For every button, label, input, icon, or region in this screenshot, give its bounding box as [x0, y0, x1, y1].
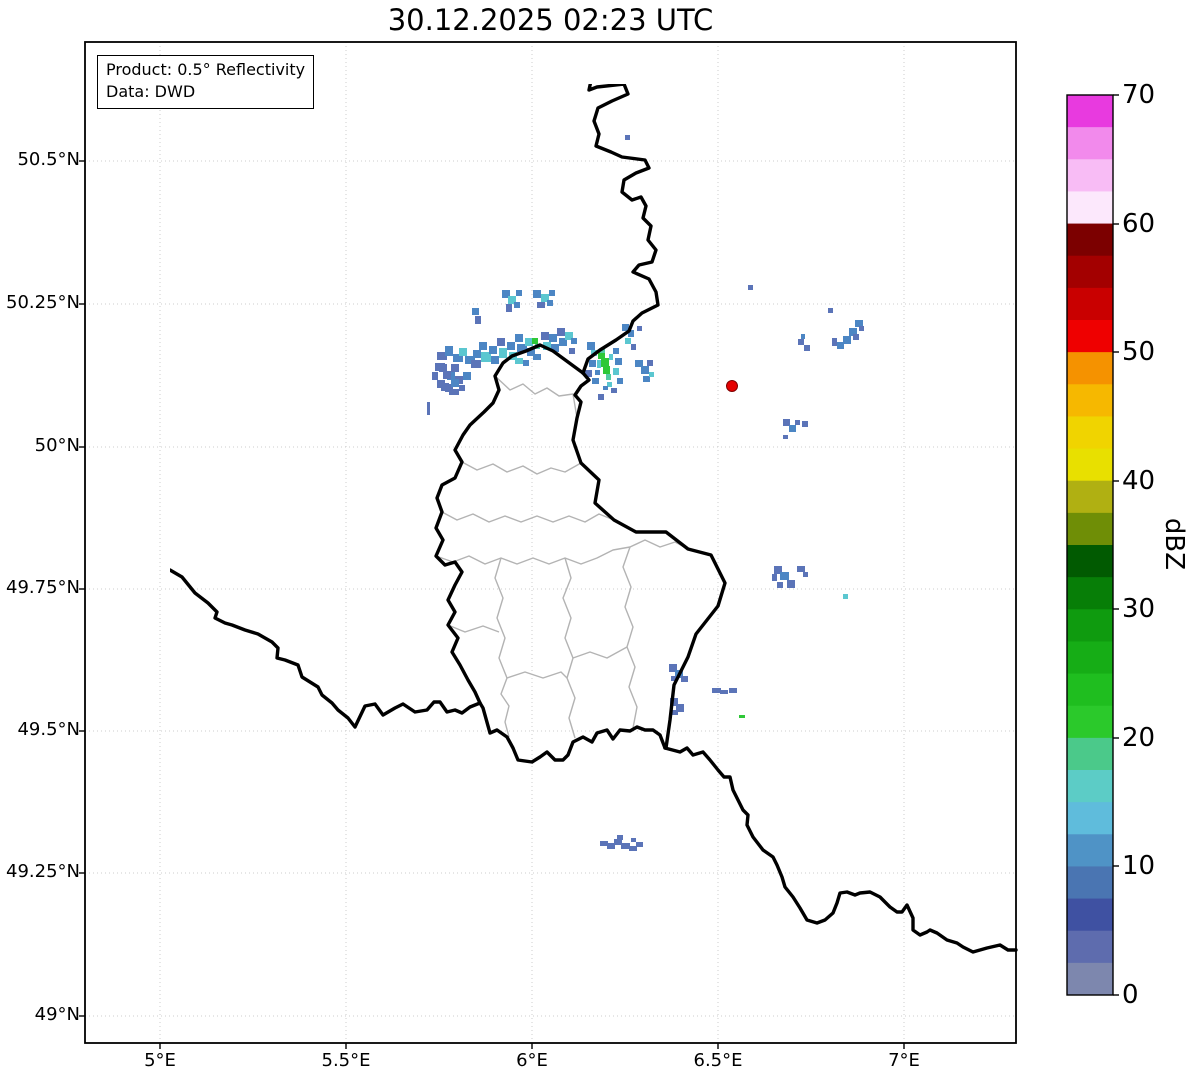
info-source: Data: DWD	[106, 82, 196, 101]
axis-ticks	[79, 160, 905, 1049]
y-tick-label: 50°N	[34, 435, 80, 456]
colorbar-tick-label: 60	[1122, 209, 1156, 239]
national-borders	[170, 84, 1018, 954]
y-tick-label: 50.25°N	[6, 292, 80, 313]
gridlines	[85, 42, 1016, 1043]
radar-figure: 30.12.2025 02:23 UTC Product: 0.5° Refle…	[0, 0, 1202, 1081]
axes-frame	[84, 41, 1017, 1044]
range-edge-wedge	[85, 1027, 101, 1043]
colorbar-tick-label: 40	[1122, 466, 1156, 496]
x-tick-label: 5.5°E	[321, 1050, 371, 1071]
x-tick-label: 6.5°E	[693, 1050, 743, 1071]
info-product: Product: 0.5° Reflectivity	[106, 60, 306, 79]
y-tick-label: 49°N	[34, 1004, 80, 1025]
map-content	[85, 84, 1018, 1043]
colorbar-tick-label: 0	[1122, 980, 1139, 1010]
colorbar-tick-label: 70	[1122, 80, 1156, 110]
radar-echoes	[427, 135, 864, 851]
y-tick-label: 50.5°N	[17, 149, 80, 170]
colorbar-tick-label: 50	[1122, 337, 1156, 367]
colorbar-axis-label: dBZ	[1159, 517, 1189, 571]
colorbar-tick-label: 10	[1122, 851, 1156, 881]
plot-title: 30.12.2025 02:23 UTC	[387, 3, 714, 37]
radar-site-marker	[726, 380, 738, 392]
x-tick-label: 5°E	[144, 1050, 176, 1071]
y-tick-label: 49.75°N	[6, 577, 80, 598]
y-tick-label: 49.25°N	[6, 861, 80, 882]
x-tick-label: 7°E	[888, 1050, 920, 1071]
canton-borders	[435, 375, 689, 739]
info-box: Product: 0.5° Reflectivity Data: DWD	[97, 55, 315, 109]
colorbar-tick-label: 30	[1122, 594, 1156, 624]
colorbar-tick-label: 20	[1122, 723, 1156, 753]
colorbar	[1066, 94, 1119, 996]
map-svg	[79, 41, 1119, 1049]
x-tick-label: 6°E	[516, 1050, 548, 1071]
y-tick-label: 49.5°N	[17, 719, 80, 740]
